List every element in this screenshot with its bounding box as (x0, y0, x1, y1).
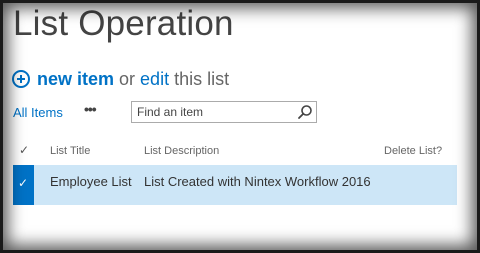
search-box (131, 101, 317, 123)
plus-circle-icon[interactable] (12, 70, 30, 88)
table-row[interactable]: ✓ Employee List List Created with Nintex… (13, 165, 457, 205)
search-icon[interactable] (297, 104, 313, 120)
more-views-button[interactable]: ••• (84, 101, 97, 117)
page-title: List Operation (13, 4, 234, 43)
search-input[interactable] (132, 102, 297, 122)
row-select-box[interactable]: ✓ (13, 165, 34, 205)
new-item-link[interactable]: new item (37, 69, 114, 90)
column-header-delete-list[interactable]: Delete List? (384, 145, 442, 157)
this-list-text: this list (174, 68, 230, 89)
command-bar: new item or edit this list (12, 67, 229, 91)
select-all-checkmark-icon[interactable]: ✓ (19, 143, 29, 157)
column-header-list-title[interactable]: List Title (50, 145, 90, 157)
checkmark-icon: ✓ (18, 176, 29, 190)
cell-list-description: List Created with Nintex Workflow 2016 (144, 174, 371, 189)
or-text: or (119, 68, 136, 89)
column-header-list-description[interactable]: List Description (144, 145, 219, 157)
edit-list-link[interactable]: edit (140, 69, 169, 90)
view-all-items[interactable]: All Items (13, 105, 63, 120)
table-header: ✓ List Title List Description Delete Lis… (13, 140, 457, 162)
cell-list-title[interactable]: Employee List (50, 174, 132, 189)
